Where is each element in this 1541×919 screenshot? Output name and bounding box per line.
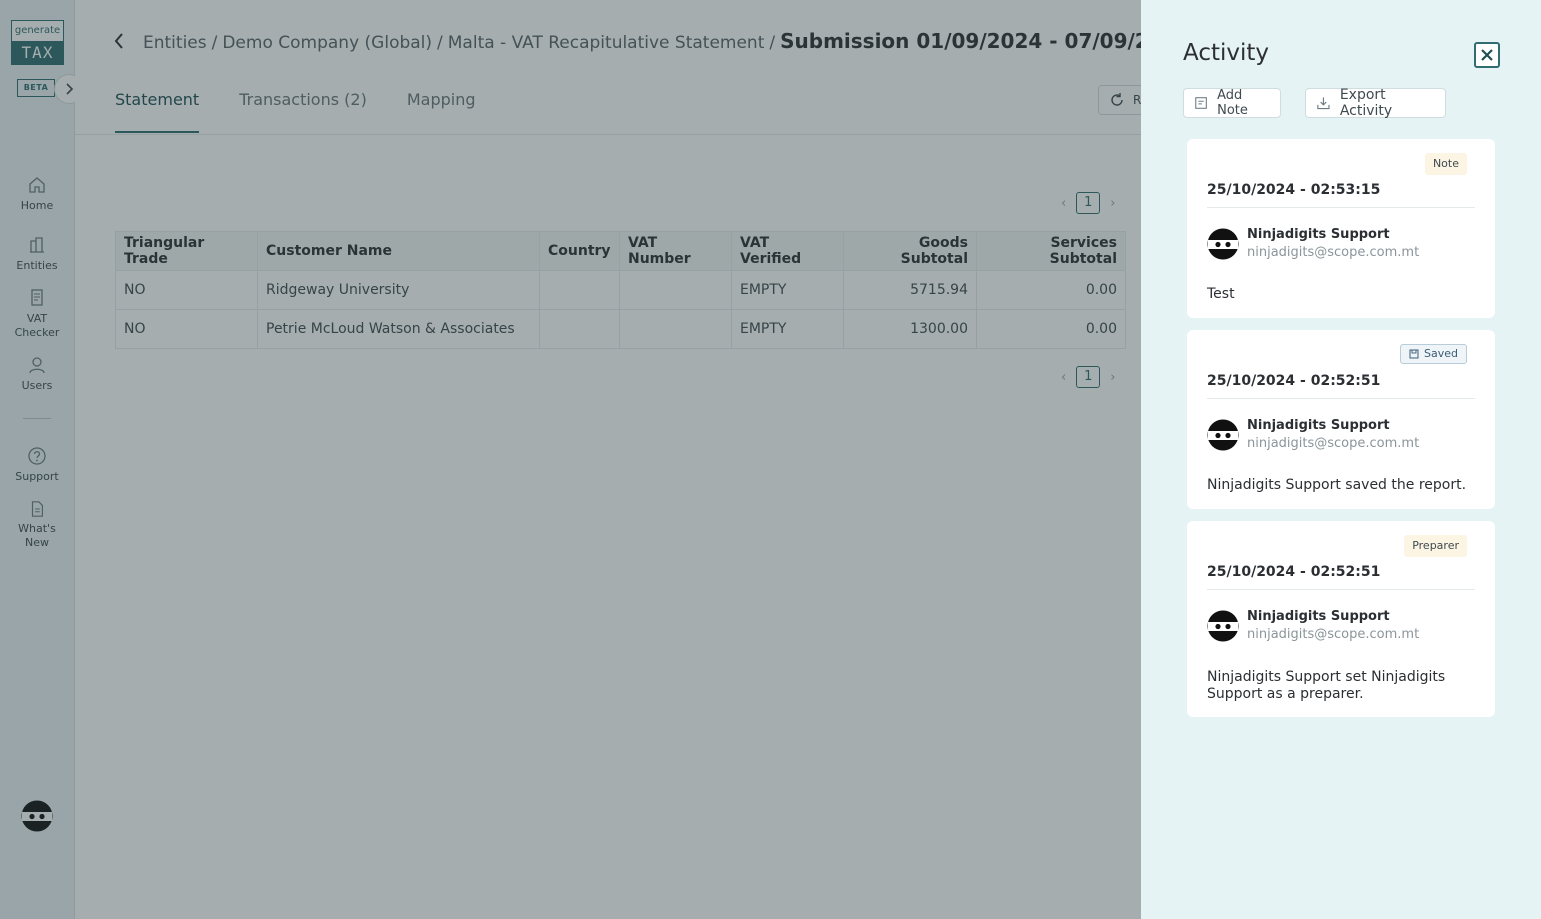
add-note-button[interactable]: Add Note xyxy=(1183,88,1281,118)
saved-badge-label: Saved xyxy=(1424,347,1458,360)
entry-user-email: ninjadigits@scope.com.mt xyxy=(1247,627,1420,642)
ninja-avatar-icon xyxy=(1207,228,1239,259)
activity-panel: Activity Add Note Export Activity Note 2… xyxy=(1141,0,1541,919)
activity-entry: Note 25/10/2024 - 02:53:15 Ninjadigits S… xyxy=(1187,139,1495,318)
entry-timestamp: 25/10/2024 - 02:53:15 xyxy=(1207,182,1381,198)
preparer-badge: Preparer xyxy=(1404,535,1467,557)
entry-user: Ninjadigits Support ninjadigits@scope.co… xyxy=(1207,609,1419,642)
close-icon xyxy=(1481,49,1493,61)
entry-user-email: ninjadigits@scope.com.mt xyxy=(1247,245,1420,260)
export-activity-label: Export Activity xyxy=(1339,87,1393,119)
add-note-label: Add Note xyxy=(1217,88,1248,118)
ninja-avatar-icon xyxy=(1207,610,1239,641)
close-panel-button[interactable] xyxy=(1474,42,1500,68)
entry-user: Ninjadigits Support ninjadigits@scope.co… xyxy=(1207,418,1419,451)
saved-badge: Saved xyxy=(1400,344,1467,364)
entry-divider xyxy=(1207,207,1475,208)
entry-divider xyxy=(1207,589,1475,590)
note-icon xyxy=(1195,97,1207,109)
entry-message: Ninjadigits Support set Ninjadigits Supp… xyxy=(1207,669,1446,702)
entry-message: Ninjadigits Support saved the report. xyxy=(1207,477,1467,493)
entry-user-name: Ninjadigits Support xyxy=(1247,609,1390,624)
entry-message: Test xyxy=(1207,286,1235,302)
export-activity-button[interactable]: Export Activity xyxy=(1305,87,1446,119)
activity-entry: Preparer 25/10/2024 - 02:52:51 Ninjadigi… xyxy=(1187,521,1495,717)
ninja-avatar-icon xyxy=(1207,419,1239,450)
entry-timestamp: 25/10/2024 - 02:52:51 xyxy=(1207,373,1381,389)
entry-user: Ninjadigits Support ninjadigits@scope.co… xyxy=(1207,227,1419,260)
panel-title: Activity xyxy=(1183,40,1270,66)
note-badge: Note xyxy=(1424,153,1467,175)
activity-entry: Saved 25/10/2024 - 02:52:51 Ninjadigits … xyxy=(1187,330,1495,509)
modal-backdrop[interactable] xyxy=(0,0,1141,919)
save-icon xyxy=(1409,349,1419,359)
entry-user-email: ninjadigits@scope.com.mt xyxy=(1247,436,1420,451)
entry-timestamp: 25/10/2024 - 02:52:51 xyxy=(1207,564,1381,580)
entry-user-name: Ninjadigits Support xyxy=(1247,227,1390,242)
download-icon xyxy=(1317,97,1330,110)
entry-divider xyxy=(1207,398,1475,399)
entry-user-name: Ninjadigits Support xyxy=(1247,418,1390,433)
